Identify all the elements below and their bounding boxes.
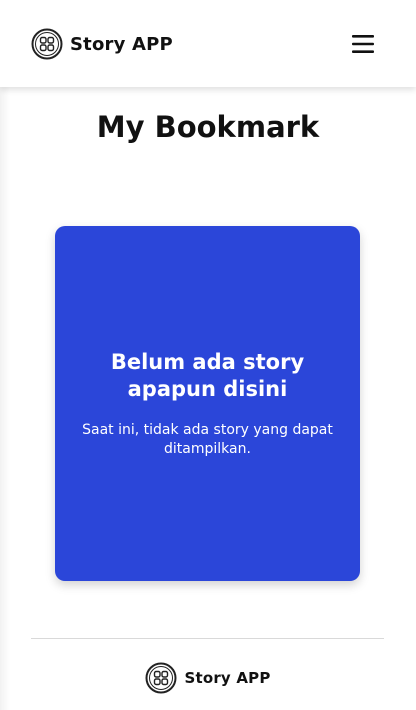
header-brand-name: Story APP — [70, 33, 173, 55]
page-title: My Bookmark — [96, 110, 320, 144]
story-app-logo-icon — [31, 28, 63, 60]
footer-brand-name: Story APP — [184, 669, 271, 687]
bookmark-page: Story APP My Bookmark Belum ada story ap… — [0, 0, 416, 710]
footer-divider — [31, 638, 384, 639]
empty-state-heading: Belum ada story apapun disini — [110, 349, 305, 401]
left-edge-shadow — [0, 87, 10, 710]
app-header: Story APP — [0, 0, 416, 87]
footer-brand: Story APP — [0, 662, 416, 694]
header-brand[interactable]: Story APP — [31, 28, 173, 60]
empty-state-message: Saat ini, tidak ada story yang dapat dit… — [82, 421, 333, 457]
story-app-logo-icon — [145, 662, 177, 694]
hamburger-menu-button[interactable] — [348, 30, 378, 58]
empty-state-card: Belum ada story apapun disini Saat ini, … — [55, 226, 360, 581]
hamburger-menu-icon — [352, 35, 374, 53]
